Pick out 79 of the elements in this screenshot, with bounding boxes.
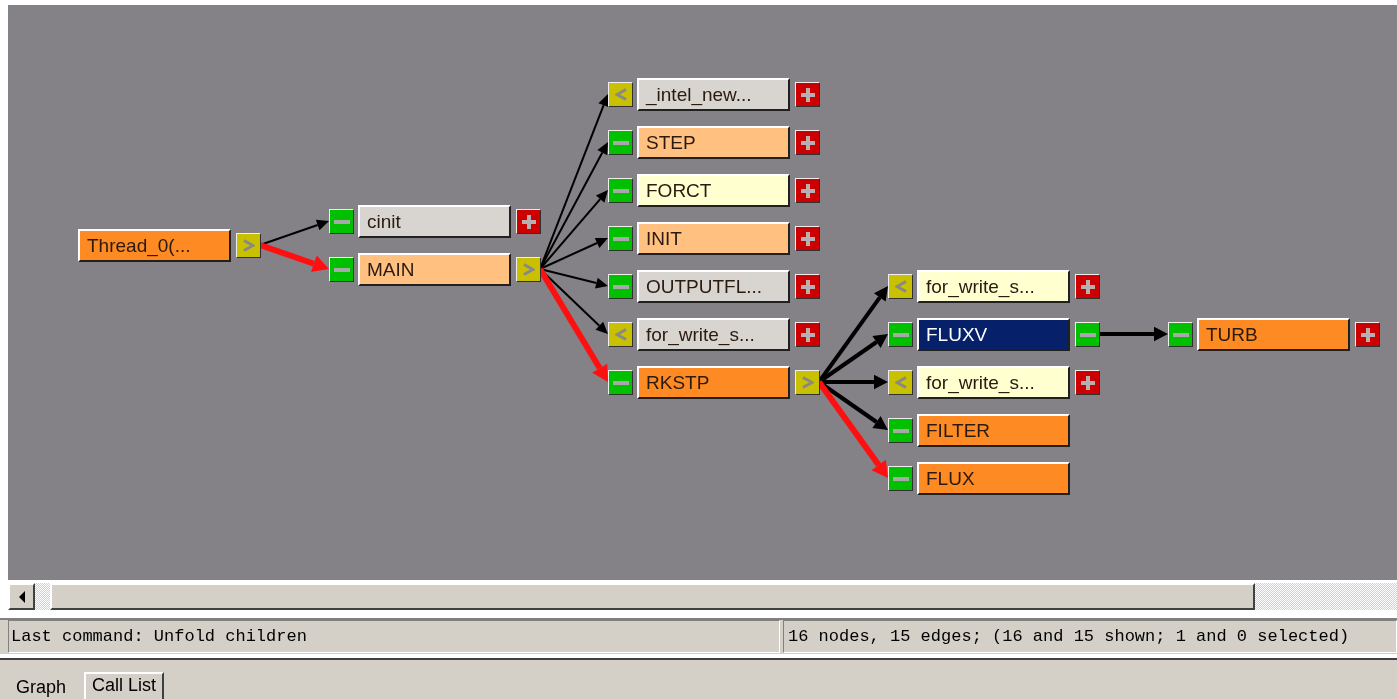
- collapse-button[interactable]: [1075, 322, 1100, 347]
- minus-icon: [612, 236, 629, 241]
- minus-icon: [612, 188, 629, 193]
- right-chevron-button[interactable]: [236, 233, 261, 258]
- collapse-button[interactable]: [608, 178, 633, 203]
- tab[interactable]: Call List: [84, 672, 165, 699]
- expand-button[interactable]: [795, 322, 820, 347]
- collapse-button[interactable]: [888, 466, 913, 491]
- function-node[interactable]: TURB: [1197, 318, 1350, 351]
- collapse-button[interactable]: [608, 130, 633, 155]
- left-chevron-icon: [614, 88, 627, 101]
- collapse-button[interactable]: [608, 370, 633, 395]
- plus-icon: [521, 214, 536, 229]
- collapse-button[interactable]: [888, 322, 913, 347]
- plus-icon: [800, 231, 815, 246]
- plus-icon: [800, 327, 815, 342]
- function-node[interactable]: for_write_s...: [917, 366, 1070, 399]
- function-node[interactable]: Thread_0(...: [78, 229, 231, 262]
- plus-icon: [800, 279, 815, 294]
- expand-button[interactable]: [1075, 274, 1100, 299]
- function-node[interactable]: FLUX: [917, 462, 1070, 495]
- plus-icon: [1360, 327, 1375, 342]
- expand-button[interactable]: [795, 274, 820, 299]
- minus-icon: [333, 267, 350, 272]
- left-chevron-icon: [894, 280, 907, 293]
- function-node[interactable]: INIT: [637, 222, 790, 255]
- left-chevron-button[interactable]: [608, 322, 633, 347]
- function-node[interactable]: cinit: [358, 205, 511, 238]
- collapse-button[interactable]: [329, 209, 354, 234]
- collapse-button[interactable]: [888, 418, 913, 443]
- expand-button[interactable]: [795, 178, 820, 203]
- minus-icon: [612, 380, 629, 385]
- function-node[interactable]: for_write_s...: [917, 270, 1070, 303]
- function-node[interactable]: FORCT: [637, 174, 790, 207]
- minus-icon: [892, 476, 909, 481]
- right-chevron-button[interactable]: [516, 257, 541, 282]
- left-chevron-button[interactable]: [608, 82, 633, 107]
- right-chevron-button[interactable]: [795, 370, 820, 395]
- graph-summary: 16 nodes, 15 edges; (16 and 15 shown; 1 and 0 selected): [783, 620, 1397, 653]
- minus-icon: [1079, 332, 1096, 337]
- expand-button[interactable]: [795, 226, 820, 251]
- left-chevron-icon: [614, 328, 627, 341]
- left-chevron-button[interactable]: [888, 370, 913, 395]
- expand-button[interactable]: [1355, 322, 1380, 347]
- function-node[interactable]: FLUXV: [917, 318, 1070, 351]
- function-node[interactable]: for_write_s...: [637, 318, 790, 351]
- right-chevron-icon: [522, 263, 535, 276]
- function-node[interactable]: FILTER: [917, 414, 1070, 447]
- minus-icon: [333, 219, 350, 224]
- plus-icon: [800, 135, 815, 150]
- function-node[interactable]: RKSTP: [637, 366, 790, 399]
- plus-icon: [1080, 375, 1095, 390]
- right-chevron-icon: [801, 376, 814, 389]
- expand-button[interactable]: [516, 209, 541, 234]
- plus-icon: [800, 183, 815, 198]
- function-node[interactable]: OUTPUTFL...: [637, 270, 790, 303]
- plus-icon: [800, 87, 815, 102]
- collapse-button[interactable]: [608, 274, 633, 299]
- expand-button[interactable]: [795, 130, 820, 155]
- expand-button[interactable]: [795, 82, 820, 107]
- function-node[interactable]: MAIN: [358, 253, 511, 286]
- collapse-button[interactable]: [329, 257, 354, 282]
- left-chevron-icon: [894, 376, 907, 389]
- left-chevron-button[interactable]: [888, 274, 913, 299]
- status-message: Last command: Unfold children: [8, 620, 780, 653]
- minus-icon: [892, 428, 909, 433]
- minus-icon: [892, 332, 909, 337]
- function-node[interactable]: STEP: [637, 126, 790, 159]
- collapse-button[interactable]: [608, 226, 633, 251]
- left-triangle-icon: [17, 590, 26, 603]
- minus-icon: [1172, 332, 1189, 337]
- expand-button[interactable]: [1075, 370, 1100, 395]
- collapse-button[interactable]: [1168, 322, 1193, 347]
- scroll-left-button[interactable]: [8, 583, 35, 610]
- right-chevron-icon: [242, 239, 255, 252]
- minus-icon: [612, 284, 629, 289]
- minus-icon: [612, 140, 629, 145]
- function-node[interactable]: _intel_new...: [637, 78, 790, 111]
- plus-icon: [1080, 279, 1095, 294]
